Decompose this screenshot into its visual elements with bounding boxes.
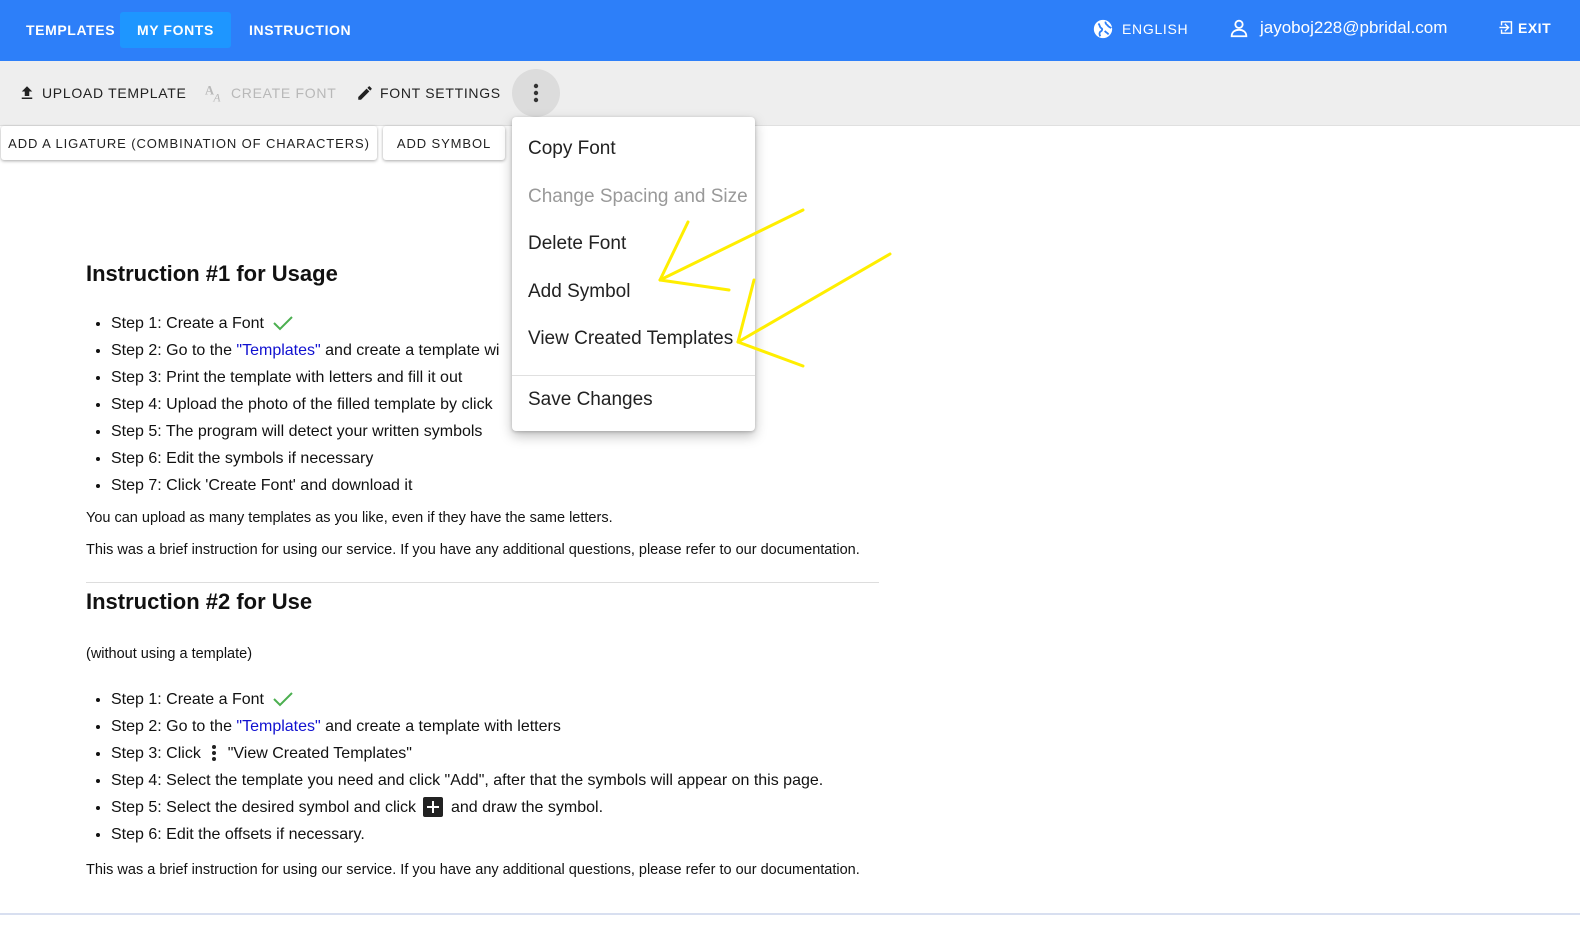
check-icon <box>273 316 294 331</box>
menu-item-view-templates[interactable]: View Created Templates <box>512 317 755 361</box>
svg-text:A: A <box>212 91 221 103</box>
instruction-2-footer: This was a brief instruction for using o… <box>86 862 860 878</box>
arrow-view-templates <box>736 252 892 368</box>
upload-template-button[interactable]: UPLOAD TEMPLATE <box>18 81 187 105</box>
list-item: Step 2: Go to the "Templates" and create… <box>111 713 823 740</box>
instruction-2-subtitle: (without using a template) <box>86 646 253 662</box>
menu-divider <box>512 375 755 376</box>
language-selector[interactable]: ENGLISH <box>1092 18 1188 40</box>
add-box-icon <box>422 797 443 817</box>
list-item: Step 2: Go to the "Templates" and create… <box>111 337 499 364</box>
globe-icon <box>1093 19 1113 39</box>
instruction-1-footer: This was a brief instruction for using o… <box>86 542 860 558</box>
list-item: Step 1: Create a Font <box>111 310 499 337</box>
instruction-1-note: You can upload as many templates as you … <box>86 510 613 526</box>
list-item: Step 5: Select the desired symbol and cl… <box>111 794 823 821</box>
create-font-button[interactable]: A A CREATE FONT <box>205 81 336 105</box>
tab-templates[interactable]: TEMPLATES <box>9 12 132 48</box>
create-font-label: CREATE FONT <box>231 85 337 101</box>
upload-template-label: UPLOAD TEMPLATE <box>42 85 187 101</box>
list-item: Step 1: Create a Font <box>111 686 823 713</box>
add-ligature-button[interactable]: ADD A LIGATURE (COMBINATION OF CHARACTER… <box>1 126 377 160</box>
list-item: Step 5: The program will detect your wri… <box>111 418 499 445</box>
list-item: Step 7: Click 'Create Font' and download… <box>111 472 499 499</box>
section-divider <box>86 582 879 583</box>
instruction-1-title: Instruction #1 for Usage <box>86 261 338 286</box>
exit-icon <box>1499 21 1513 34</box>
menu-item-save-changes[interactable]: Save Changes <box>512 378 755 422</box>
more-vert-icon <box>533 83 539 103</box>
language-label: ENGLISH <box>1122 21 1189 37</box>
user-email: jayoboj228@pbridal.com <box>1260 18 1448 37</box>
menu-item-copy-font[interactable]: Copy Font <box>512 127 755 171</box>
person-icon <box>1230 19 1248 38</box>
more-options-button[interactable] <box>512 69 560 117</box>
font-settings-button[interactable]: FONT SETTINGS <box>356 81 501 105</box>
list-item: Step 4: Select the template you need and… <box>111 767 823 794</box>
menu-item-change-spacing[interactable]: Change Spacing and Size <box>512 175 755 219</box>
list-item: Step 3: Click "View Created Templates" <box>111 740 823 767</box>
list-item: Step 6: Edit the symbols if necessary <box>111 445 499 472</box>
list-item: Step 4: Upload the photo of the filled t… <box>111 391 499 418</box>
add-symbol-button[interactable]: ADD SYMBOL <box>383 126 505 160</box>
exit-label: EXIT <box>1518 19 1552 36</box>
upload-icon <box>21 86 33 99</box>
instruction-2-title: Instruction #2 for Use <box>86 589 313 614</box>
toolbar: UPLOAD TEMPLATE A A CREATE FONT FONT SET… <box>0 61 1580 126</box>
page-bottom-border <box>0 913 1580 915</box>
pencil-icon <box>358 86 372 100</box>
more-vert-icon <box>212 745 217 761</box>
list-item: Step 3: Print the template with letters … <box>111 364 499 391</box>
tab-instruction[interactable]: INSTRUCTION <box>232 12 368 48</box>
user-account[interactable]: jayoboj228@pbridal.com <box>1228 17 1447 39</box>
templates-link[interactable]: "Templates" <box>236 342 320 359</box>
list-item: Step 6: Edit the offsets if necessary. <box>111 821 823 848</box>
instruction-1-steps: Step 1: Create a Font Step 2: Go to the … <box>86 310 499 499</box>
app-bar: TEMPLATES MY FONTS INSTRUCTION ENGLISH j… <box>0 0 1580 61</box>
menu-item-delete-font[interactable]: Delete Font <box>512 222 755 266</box>
tab-my-fonts[interactable]: MY FONTS <box>120 12 231 48</box>
font-settings-label: FONT SETTINGS <box>380 85 501 101</box>
exit-button[interactable]: EXIT <box>1498 19 1551 36</box>
more-options-menu: Copy Font Change Spacing and Size Delete… <box>512 117 755 431</box>
font-icon: A A <box>205 84 221 103</box>
menu-item-add-symbol[interactable]: Add Symbol <box>512 270 755 314</box>
check-icon <box>273 692 294 707</box>
instruction-2-steps: Step 1: Create a Font Step 2: Go to the … <box>86 686 823 848</box>
templates-link[interactable]: "Templates" <box>236 718 320 735</box>
